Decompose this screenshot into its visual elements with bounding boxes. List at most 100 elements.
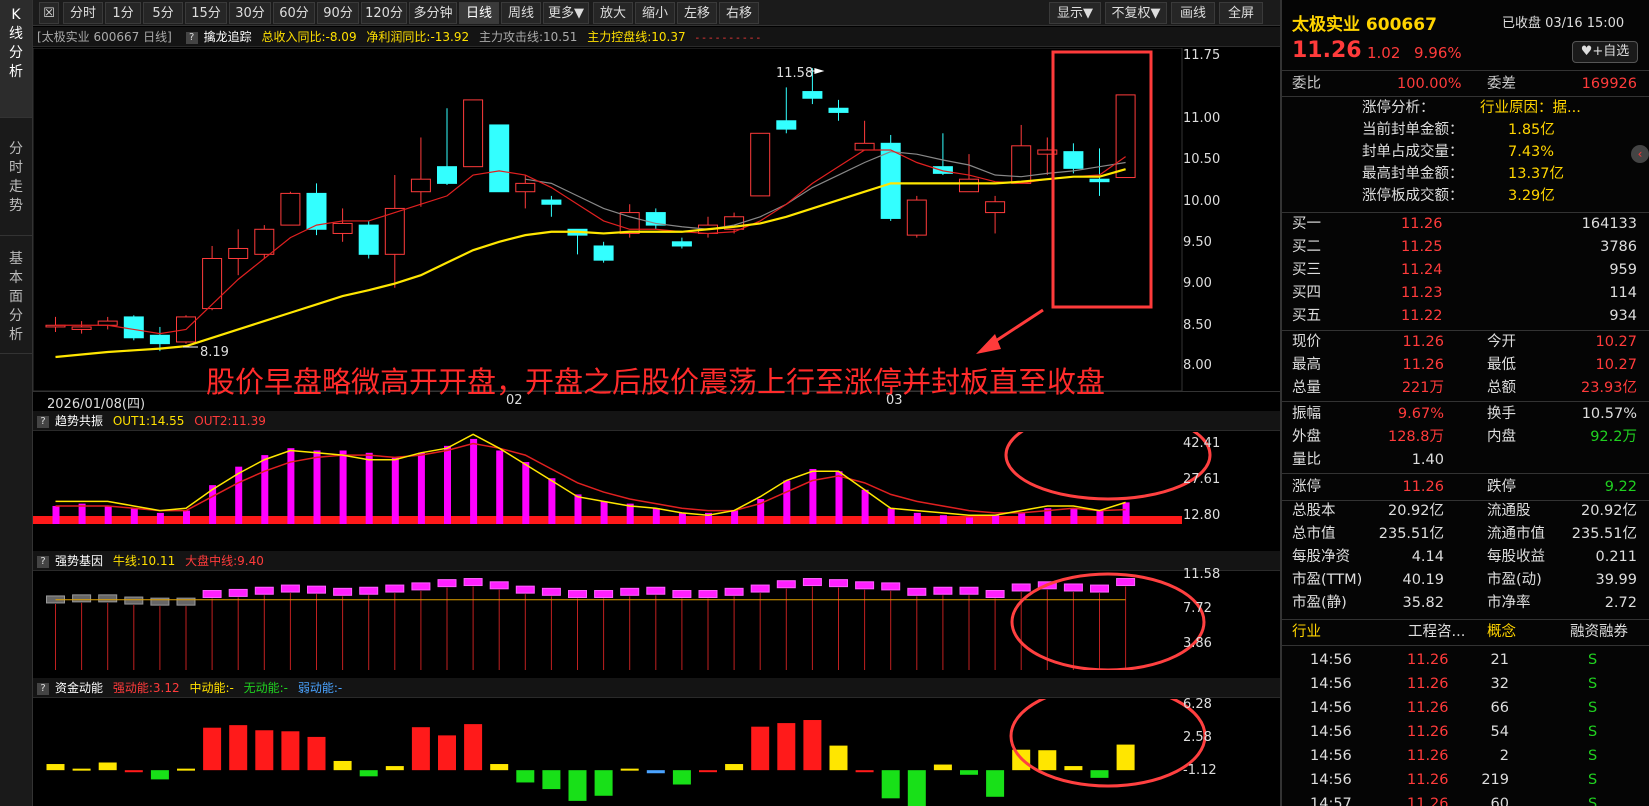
draw-button[interactable]: 画线 (1171, 2, 1215, 24)
tick-side: S (1588, 724, 1598, 740)
momentum-bar (725, 764, 744, 771)
help-icon[interactable]: ? (37, 682, 49, 695)
period-5min[interactable]: 5分 (143, 2, 183, 24)
period-120min[interactable]: 120分 (361, 2, 407, 24)
fund-momentum-chart[interactable]: ⚙ (33, 699, 1280, 806)
candle-body (671, 241, 692, 247)
highlight-ellipse (1004, 432, 1212, 501)
momentum-bar (855, 770, 874, 773)
period-multi-min[interactable]: 多分钟 (409, 2, 457, 24)
period-toolbar: ☒ 分时 1分 5分 15分 30分 60分 90分 120分 多分钟 日线 周… (33, 0, 1280, 26)
stat-label: 外盘 (1292, 429, 1321, 445)
bid-row[interactable]: 买三 11.24 959 (1282, 259, 1649, 282)
candle (45, 316, 66, 332)
add-watchlist-button[interactable]: ♥+自选 (1572, 41, 1638, 63)
period-intraday[interactable]: 分时 (63, 2, 103, 24)
display-dropdown[interactable]: 显示▼ (1049, 2, 1101, 24)
move-left-button[interactable]: 左移 (677, 2, 717, 24)
revenue-yoy: 总收入同比:-8.09 (261, 30, 357, 44)
bid-row[interactable]: 买二 11.25 3786 (1282, 236, 1649, 259)
weicha-label: 委差 (1487, 76, 1516, 92)
stat-label: 流通股 (1487, 503, 1531, 519)
stock-title: 太极实业 600667 (1292, 10, 1437, 35)
tag-margin[interactable]: 融资融券 (1570, 620, 1628, 644)
move-right-button[interactable]: 右移 (719, 2, 759, 24)
trend-bar (313, 450, 321, 524)
tab-intraday[interactable]: 分时走势 (0, 118, 32, 236)
stat-label: 总市值 (1292, 526, 1336, 542)
momentum-bar (672, 770, 691, 785)
tag-industry[interactable]: 行业 (1292, 620, 1321, 644)
weicha-value: 169926 (1581, 76, 1637, 92)
help-icon[interactable]: ? (37, 555, 49, 568)
momentum-indicator-name[interactable]: 资金动能 (55, 681, 103, 695)
candle (985, 195, 1006, 234)
strong-gene-chart[interactable]: ⚙ (33, 572, 1280, 670)
tab-fundamental[interactable]: 基本面分析 (0, 236, 32, 354)
gene-bar (411, 582, 431, 591)
tick-volume: 32 (1490, 676, 1509, 692)
candle (1011, 124, 1032, 184)
collapse-icon[interactable]: ‹ (1631, 145, 1649, 163)
trend-bar (52, 505, 60, 524)
candle-body (149, 334, 170, 345)
tag-concept[interactable]: 概念 (1487, 620, 1516, 644)
tick-side: S (1588, 796, 1598, 806)
stat-value: 128.8万 (1387, 429, 1444, 445)
period-60min[interactable]: 60分 (273, 2, 315, 24)
adjust-dropdown[interactable]: 不复权▼ (1105, 2, 1167, 24)
bid-price: 11.25 (1401, 239, 1443, 255)
zoom-in-button[interactable]: 放大 (593, 2, 633, 24)
fullscreen-button[interactable]: 全屏 (1219, 2, 1263, 24)
bull-line-value: 牛线:10.11 (112, 554, 176, 568)
tick-price: 11.26 (1407, 796, 1449, 806)
candle-body (437, 166, 457, 184)
period-daily[interactable]: 日线 (459, 2, 499, 24)
stat-label: 流通市值 (1487, 526, 1545, 542)
period-1min[interactable]: 1分 (105, 2, 141, 24)
indicator-name[interactable]: 擒龙追踪 (204, 30, 252, 44)
bid-row[interactable]: 买一 11.26 164133 (1282, 213, 1649, 236)
momentum-bar (333, 760, 352, 771)
candle (828, 99, 849, 121)
period-90min[interactable]: 90分 (317, 2, 359, 24)
trend-bar (183, 510, 190, 524)
quote-panel: 太极实业 600667 已收盘 03/16 15:00 11.26 1.02 9… (1280, 0, 1649, 806)
gene-indicator-name[interactable]: 强势基因 (55, 554, 103, 568)
price-change-pct: 9.96% (1414, 44, 1462, 62)
bid-row[interactable]: 买四 11.23 114 (1282, 282, 1649, 305)
stat-label: 总量 (1292, 380, 1321, 396)
stat-label: 内盘 (1487, 429, 1516, 445)
gene-bar (254, 586, 274, 595)
period-15min[interactable]: 15分 (185, 2, 227, 24)
candle (358, 220, 379, 259)
tab-kline-analysis[interactable]: K线分析 (0, 0, 32, 118)
bid-row[interactable]: 买五 11.22 934 (1282, 305, 1649, 328)
tag-industry-value[interactable]: 工程咨... (1408, 620, 1465, 644)
trend-resonance-chart[interactable]: ⚙ (33, 432, 1280, 544)
trend-indicator-name[interactable]: 趋势共振 (55, 414, 103, 428)
gene-bar (228, 588, 248, 597)
price-axis-tick: 9.50 (1183, 235, 1212, 250)
stat-label: 每股净资 (1292, 549, 1350, 565)
strong-momentum: 强动能:3.12 (112, 681, 180, 695)
tick-volume: 219 (1481, 772, 1509, 788)
help-icon[interactable]: ? (37, 415, 49, 428)
help-icon[interactable]: ? (185, 31, 198, 44)
period-weekly[interactable]: 周线 (501, 2, 541, 24)
tick-volume: 2 (1499, 748, 1509, 764)
candle (489, 124, 510, 193)
gene-bar (385, 584, 405, 593)
period-30min[interactable]: 30分 (229, 2, 271, 24)
stat-row: 市盈(静) 35.82 市净率 2.72 (1282, 592, 1649, 615)
stock-period-label: [太极实业 600667 日线] (37, 30, 172, 44)
pointer-arrow-head (976, 334, 1001, 354)
checkbox-icon[interactable]: ☒ (39, 2, 59, 24)
period-more[interactable]: 更多▼ (543, 2, 589, 24)
zoom-out-button[interactable]: 缩小 (635, 2, 675, 24)
gene-bar (985, 590, 1005, 599)
gene-bar (594, 590, 614, 599)
momentum-bar (542, 770, 561, 790)
trend-bar (861, 489, 869, 524)
stat-value: 235.51亿 (1571, 526, 1637, 542)
